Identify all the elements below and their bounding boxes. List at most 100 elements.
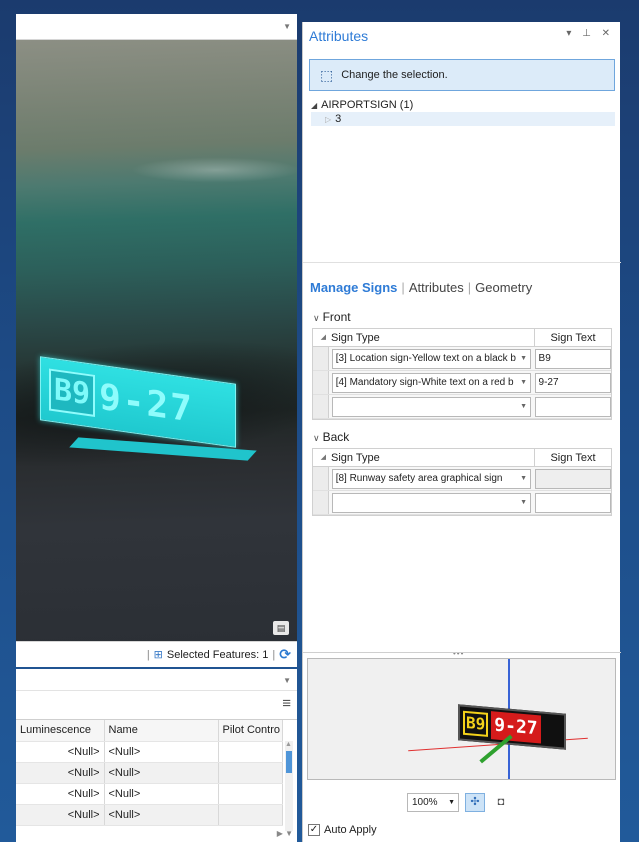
table-row[interactable]: <Null> <Null> [16,783,283,805]
chevron-down-icon[interactable]: ∨ [313,313,320,323]
3d-scene-view[interactable]: B9 9-27 ▤ [16,40,297,641]
dropdown-arrow-icon[interactable]: ▼ [517,469,530,488]
sign-type-dropdown[interactable]: [8] Runway safety area graphical sign ▼ [331,468,531,489]
zoom-dropdown[interactable]: 100% ▼ [407,793,459,812]
sign-text-field [534,468,611,489]
sign-text-field[interactable]: B9 [534,348,611,369]
divider: | [272,648,276,661]
table-cell[interactable]: <Null> [104,741,219,763]
column-header-sign-text[interactable]: Sign Text [535,329,611,346]
table-cell[interactable] [218,741,283,763]
chevron-down-icon[interactable]: ▼ [283,22,291,31]
attribute-table: Luminescence Name Pilot Contro <Null> <N… [16,719,297,842]
table-cell[interactable] [218,762,283,784]
pane-title: Attributes [309,28,369,44]
grid-row: [4] Mandatory sign-White text on a red b… [313,371,611,395]
dropdown-arrow-icon[interactable]: ▼ [517,397,530,416]
table-cell[interactable]: <Null> [104,762,219,784]
row-handle[interactable] [313,371,329,394]
menu-icon[interactable]: ≡ [282,695,291,712]
vertical-scrollbar[interactable]: ▲ [285,741,293,831]
sign-type-dropdown[interactable]: [4] Mandatory sign-White text on a red b… [331,372,531,393]
chevron-down-icon[interactable]: ▼ [283,676,291,685]
resize-grip-icon[interactable]: ••• [453,649,464,658]
table-view-header: ▼ [16,669,297,691]
sign-preview-view[interactable]: B9 9-27 [307,658,616,780]
tab-geometry[interactable]: Geometry [475,280,532,295]
sign-text-field[interactable]: 9-27 [534,372,611,393]
preview-controls: 100% ▼ ✣ ◘ [407,793,511,812]
table-cell[interactable]: <Null> [16,762,105,784]
tree-layer-label: AIRPORTSIGN (1) [321,99,414,111]
axes-toggle-icon[interactable]: ✣ [465,793,485,812]
sign-text-field[interactable] [534,492,611,513]
attributes-pane: Attributes ▾ ⊥ ✕ ⬚ Change the selection.… [302,22,621,842]
sign-type-dropdown[interactable]: ▼ [331,396,531,417]
sign-location-panel: B9 [49,368,96,417]
row-handle[interactable] [313,347,329,370]
table-cell[interactable] [218,783,283,805]
table-cell[interactable]: <Null> [16,741,105,763]
column-header-sign-text[interactable]: Sign Text [535,449,611,466]
sign-type-dropdown[interactable]: [3] Location sign-Yellow text on a black… [331,348,531,369]
row-handle[interactable] [313,395,329,418]
table-cell[interactable] [218,804,283,826]
collapse-triangle-icon[interactable]: ◢ [311,101,317,110]
column-header-luminescence[interactable]: Luminescence [16,720,105,742]
chevron-down-icon[interactable]: ∨ [313,433,320,443]
table-cell[interactable]: <Null> [104,783,219,805]
zoom-value: 100% [412,797,438,808]
scroll-arrows-icon[interactable]: ▶ ▼ [277,829,293,838]
dropdown-arrow-icon[interactable]: ▼ [517,373,530,392]
preview-sign: B9 9-27 [458,704,566,750]
divider [303,262,621,263]
divider [303,652,621,653]
tree-feature-node[interactable]: ▷ 3 [311,112,615,126]
scroll-up-icon[interactable]: ▲ [285,741,292,748]
row-handle[interactable] [313,467,329,490]
refresh-icon[interactable]: ⟳ [279,646,291,663]
dropdown-arrow-icon[interactable]: ▼ [517,493,530,512]
grid-row: ▼ [313,491,611,515]
sort-triangle-icon: ◢ [320,334,326,341]
checkbox-checked-icon[interactable]: ✓ [308,824,320,836]
table-row[interactable]: <Null> <Null> [16,741,283,763]
column-header-pilot-control[interactable]: Pilot Contro [218,720,283,742]
preview-location-panel: B9 [463,710,489,737]
camera-icon[interactable]: ◘ [491,793,511,812]
tab-manage-signs[interactable]: Manage Signs [310,280,397,295]
navigator-icon[interactable]: ▤ [273,621,289,635]
section-front-label: Front [322,310,351,324]
dropdown-arrow-icon[interactable]: ▼ [517,349,530,368]
scrollbar-thumb[interactable] [286,751,292,773]
auto-apply-checkbox[interactable]: ✓ Auto Apply [308,824,377,836]
tree-layer-node[interactable]: ◢ AIRPORTSIGN (1) [311,98,615,112]
sign-text-field[interactable] [534,396,611,417]
sign-type-dropdown[interactable]: ▼ [331,492,531,513]
table-row[interactable]: <Null> <Null> [16,762,283,784]
column-header-name[interactable]: Name [104,720,219,742]
preview-runway-panel: 9-27 [491,711,541,744]
section-front-header[interactable]: ∨ Front [313,310,351,324]
tab-attributes[interactable]: Attributes [409,280,464,295]
table-cell[interactable]: <Null> [16,804,105,826]
select-cursor-icon: ⬚ [320,66,334,83]
pane-window-controls[interactable]: ▾ ⊥ ✕ [566,28,614,39]
grid-header: ◢ Sign Type Sign Text [313,329,611,347]
change-selection-button[interactable]: ⬚ Change the selection. [309,59,615,91]
column-header-sign-type[interactable]: Sign Type [329,329,535,346]
pane-tabs: Manage Signs | Attributes | Geometry [310,280,532,295]
section-back-header[interactable]: ∨ Back [313,430,349,444]
row-handle[interactable] [313,491,329,514]
table-cell[interactable]: <Null> [16,783,105,805]
table-toolbar: ≡ [16,691,297,719]
dropdown-arrow-icon[interactable]: ▼ [448,794,455,811]
back-signs-grid: ◢ Sign Type Sign Text [8] Runway safety … [312,448,612,516]
table-cell[interactable]: <Null> [104,804,219,826]
expand-triangle-icon[interactable]: ▷ [325,115,331,124]
divider: | [401,280,405,295]
column-header-sign-type[interactable]: Sign Type [329,449,535,466]
table-row[interactable]: <Null> <Null> [16,804,283,826]
selected-features-count: Selected Features: 1 [166,648,269,661]
tree-feature-label: 3 [335,113,342,125]
